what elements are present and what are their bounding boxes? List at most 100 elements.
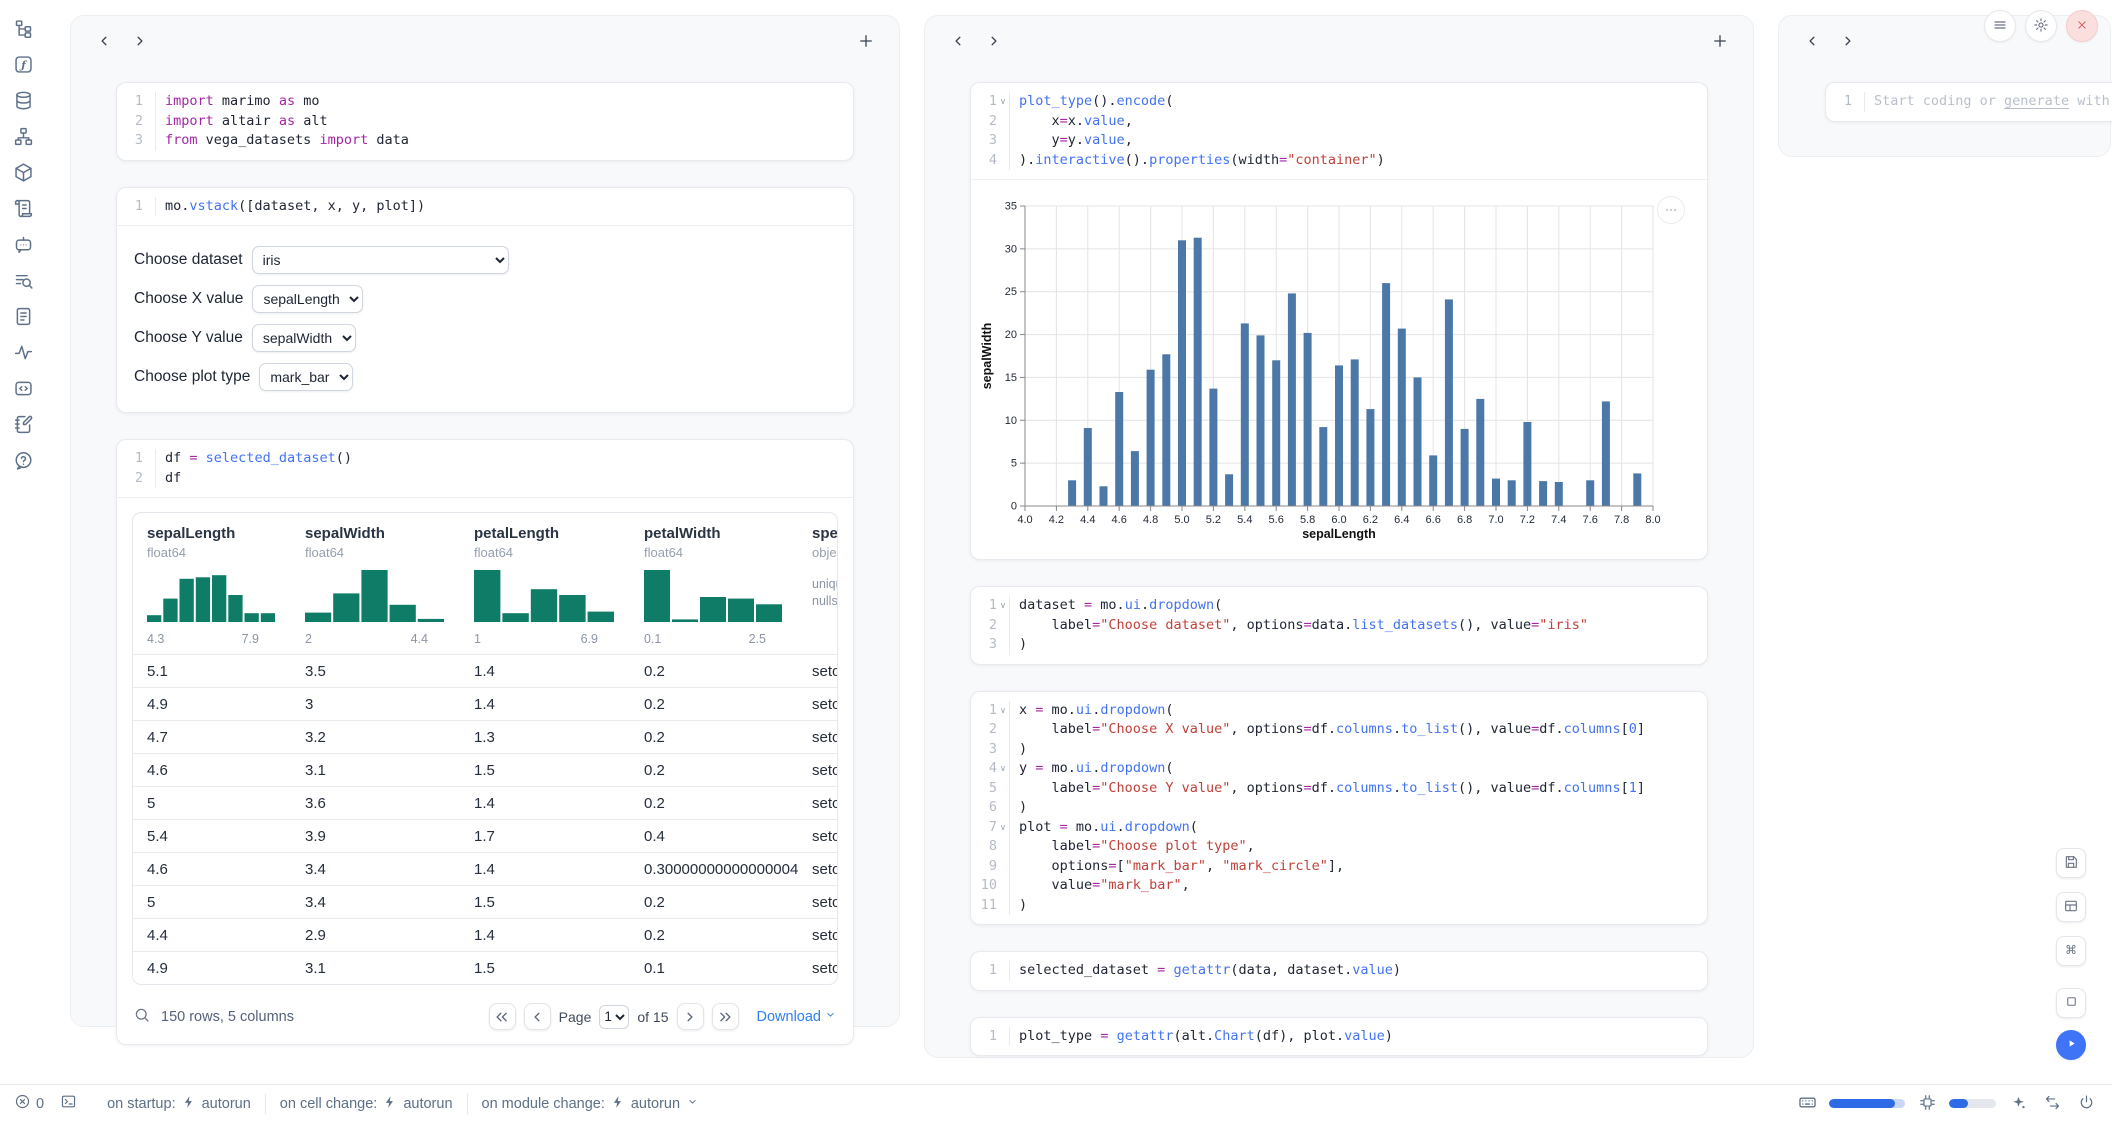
sidebar-item-logs[interactable] [12,198,36,222]
settings-button[interactable] [2025,10,2057,42]
chevron-down-icon [824,1008,837,1025]
svg-text:25: 25 [1005,286,1017,298]
search-icon[interactable] [133,1006,151,1028]
chart-actions-button[interactable] [1657,196,1685,224]
column-header[interactable]: speciesobjectuniquenulls: [798,513,837,654]
code-editor[interactable]: 12df = selected_dataset()df [117,440,853,497]
table-cell: 5.1 [133,663,291,680]
ai-button[interactable] [2006,1092,2030,1116]
column-left-next-button[interactable] [127,28,153,54]
column-middle-next-button[interactable] [981,28,1007,54]
sidebar-item-documentation[interactable] [12,306,36,330]
fold-marker-icon[interactable]: ∨ [997,596,1009,616]
code-editor[interactable]: 1plot_type = getattr(alt.Chart(df), plot… [971,1018,1707,1056]
new-cell-editor[interactable]: 1 Start coding or generate with AI [1826,83,2112,121]
table-row[interactable]: 4.93.11.50.1setosa [133,951,837,984]
dropdown-select[interactable]: iris [252,246,509,274]
on-startup-setting[interactable]: on startup: autorun [93,1095,265,1113]
keyboard-icon [1798,1093,1817,1115]
page-select[interactable]: 1 [599,1005,629,1029]
table-row[interactable]: 5.43.91.70.4setosa [133,819,837,852]
sidebar-item-packages[interactable] [12,162,36,186]
table-row[interactable]: 5.13.51.40.2setosa [133,654,837,687]
swap-button[interactable] [2040,1092,2064,1116]
shutdown-button[interactable] [2066,10,2098,42]
last-page-button[interactable] [712,1003,739,1030]
sidebar-item-tracing[interactable] [12,342,36,366]
terminal-button[interactable] [60,1093,77,1114]
line-number: 2 [979,720,997,740]
dataframe-table: sepalLengthfloat644.37.9sepalWidthfloat6… [132,512,838,985]
sidebar-item-scratchpad[interactable] [12,270,36,294]
sidebar-item-notebook[interactable] [12,414,36,438]
column-histogram [147,570,291,627]
page-count: of 15 [637,1009,668,1025]
column-header[interactable]: petalWidthfloat640.12.5 [630,513,798,654]
status-bar: 0 on startup: autorun on cell change: au… [0,1084,2112,1122]
svg-text:0: 0 [1011,501,1017,513]
sidebar-item-snippets[interactable] [12,378,36,402]
add-cell-button[interactable] [853,28,879,54]
code-editor[interactable]: 1mo.vstack([dataset, x, y, plot]) [117,188,853,226]
generate-link[interactable]: generate [2004,93,2069,109]
code-editor[interactable]: 1selected_dataset = getattr(data, datase… [971,952,1707,990]
column-middle-prev-button[interactable] [945,28,971,54]
sidebar-item-dependencies[interactable] [12,126,36,150]
fold-marker-icon[interactable]: ∨ [997,701,1009,721]
line-number: 3 [979,740,997,760]
table-row[interactable]: 53.61.40.2setosa [133,786,837,819]
line-number: 3 [979,635,997,655]
code-editor[interactable]: 1∨234plot_type().encode( x=x.value, y=y.… [971,83,1707,179]
column-header[interactable]: sepalLengthfloat644.37.9 [133,513,291,654]
line-number: 2 [125,469,143,489]
code-editor[interactable]: 1∨234∨567∨891011x = mo.ui.dropdown( labe… [971,692,1707,925]
column-right-next-button[interactable] [1835,28,1861,54]
first-page-button[interactable] [489,1003,516,1030]
sidebar-item-datasources[interactable] [12,90,36,114]
run-button[interactable] [2056,1030,2086,1060]
table-row[interactable]: 4.931.40.2setosa [133,687,837,720]
power-button[interactable] [2074,1092,2098,1116]
table-row[interactable]: 4.63.11.50.2setosa [133,753,837,786]
power-icon [2078,1094,2095,1114]
column-header[interactable]: sepalWidthfloat6424.4 [291,513,460,654]
table-panel-button[interactable] [2056,892,2086,922]
code-editor[interactable]: 1∨23dataset = mo.ui.dropdown( label="Cho… [971,587,1707,664]
column-left-prev-button[interactable] [91,28,117,54]
next-page-button[interactable] [677,1003,704,1030]
fold-marker-icon[interactable]: ∨ [997,818,1009,838]
on-cell-change-setting[interactable]: on cell change: autorun [266,1095,467,1113]
add-cell-button[interactable] [1707,28,1733,54]
cell-vstack: 1mo.vstack([dataset, x, y, plot]) Choose… [116,187,854,414]
fold-marker-icon[interactable]: ∨ [997,759,1009,779]
shortcuts-button[interactable]: ⌘ [2056,936,2086,966]
prev-page-button[interactable] [524,1003,551,1030]
dropdown-select[interactable]: sepalWidth [252,324,356,352]
table-cell: 0.2 [630,894,798,911]
dropdown-select[interactable]: mark_bar [259,363,353,391]
fold-marker-icon[interactable]: ∨ [997,92,1009,112]
on-module-change-setting[interactable]: on module change: autorun [468,1095,714,1113]
table-cell: 0.4 [630,828,798,845]
code-editor[interactable]: 123import marimo as moimport altair as a… [117,83,853,160]
table-row[interactable]: 4.42.91.40.2setosa [133,918,837,951]
dropdown-select[interactable]: sepalLength [252,285,363,313]
svg-text:5.0: 5.0 [1174,514,1189,526]
cpu-button[interactable] [1915,1092,1939,1116]
error-indicator[interactable]: 0 [14,1093,44,1114]
column-right-prev-button[interactable] [1799,28,1825,54]
column-header[interactable]: petalLengthfloat6416.9 [460,513,630,654]
table-row[interactable]: 53.41.50.2setosa [133,885,837,918]
sidebar-item-explorer[interactable] [12,18,36,42]
keyboard-button[interactable] [1795,1092,1819,1116]
download-button[interactable]: Download [757,1008,838,1025]
cell-dataframe: 12df = selected_dataset()df sepalLengthf… [116,439,854,1045]
table-row[interactable]: 4.63.41.40.30000000000000004setosa [133,852,837,885]
table-row[interactable]: 4.73.21.30.2setosa [133,720,837,753]
sidebar-item-help[interactable] [12,450,36,474]
save-button[interactable] [2056,848,2086,878]
sidebar-item-chat[interactable] [12,234,36,258]
sidebar-item-functions[interactable]: ƒ [12,54,36,78]
menu-button[interactable] [1984,10,2016,42]
console-panel-button[interactable] [2056,988,2086,1018]
